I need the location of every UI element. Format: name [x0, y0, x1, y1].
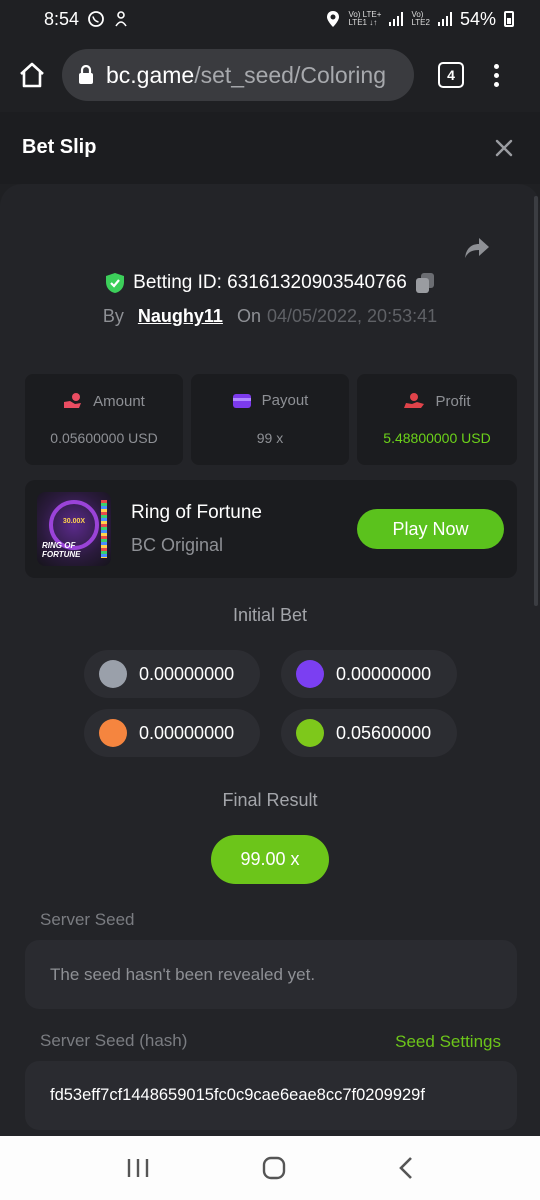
browser-toolbar: bc.game/set_seed/Coloring 4 — [0, 38, 540, 112]
home-icon — [20, 62, 44, 88]
browser-menu-button[interactable] — [494, 63, 499, 87]
signal-icon-2 — [437, 12, 452, 26]
share-icon[interactable] — [464, 236, 490, 260]
thumbnail-multiplier: 30.00X — [62, 518, 86, 525]
bet-chip-orange: 0.00000000 — [84, 709, 260, 757]
url-host: bc.game — [106, 61, 195, 88]
whatsapp-icon — [88, 11, 104, 27]
bet-slip-header: Bet Slip — [0, 112, 540, 184]
stat-payout: Payout 99 x — [191, 374, 349, 465]
status-time: 8:54 — [44, 8, 80, 29]
bet-byline: By Naughy11 On 04/05/2022, 20:53:41 — [0, 306, 540, 327]
page-title: Bet Slip — [22, 136, 97, 158]
betting-id: Betting ID: 63161320903540766 — [133, 272, 407, 293]
game-thumbnail[interactable]: 30.00X RING OF FORTUNE — [37, 492, 111, 566]
on-label: On — [236, 306, 261, 326]
bet-chip-purple: 0.00000000 — [281, 650, 457, 698]
bet-chip-green: 0.05600000 — [281, 709, 457, 757]
betting-id-row: Betting ID: 63161320903540766 — [0, 272, 540, 294]
profit-label: Profit — [435, 392, 471, 410]
back-icon[interactable] — [398, 1156, 414, 1180]
network-indicator-1: Vo) LTE+ LTE1 ↓↑ — [348, 10, 382, 27]
chip-color-dot — [99, 719, 127, 747]
profit-hand-icon — [404, 393, 425, 408]
chip-color-dot — [296, 660, 324, 688]
game-card: 30.00X RING OF FORTUNE Ring of Fortune B… — [25, 480, 517, 578]
chip-value: 0.00000000 — [139, 663, 235, 684]
profit-value: 5.48800000 USD — [383, 430, 491, 446]
server-seed-field[interactable]: The seed hasn't been revealed yet. — [25, 940, 517, 1009]
game-name: Ring of Fortune — [131, 502, 262, 523]
url-path: /set_seed/Coloring — [194, 61, 387, 88]
location-icon — [327, 11, 340, 27]
status-bar: 8:54 Vo) LTE+ LTE1 ↓↑ Vo) LTE2 54% — [0, 0, 540, 38]
chip-value: 0.00000000 — [139, 722, 235, 743]
server-seed-hash-field[interactable]: fd53eff7cf1448659015fc0c9cae6eae8cc7f020… — [25, 1061, 517, 1130]
chip-color-dot — [296, 719, 324, 747]
scrollbar[interactable] — [534, 196, 538, 606]
thumbnail-title: RING OF FORTUNE — [42, 541, 81, 559]
shield-check-icon — [106, 273, 125, 293]
copy-icon[interactable] — [415, 272, 435, 294]
tab-switcher-button[interactable]: 4 — [438, 62, 464, 88]
bet-chip-gray: 0.00000000 — [84, 650, 260, 698]
amount-label: Amount — [93, 392, 145, 410]
chip-value: 0.00000000 — [336, 663, 432, 684]
payout-value: 99 x — [256, 430, 284, 446]
notification-app-icon — [115, 11, 127, 27]
stat-amount: Amount 0.05600000 USD — [25, 374, 183, 465]
play-now-button[interactable]: Play Now — [357, 509, 504, 549]
home-button[interactable] — [14, 57, 50, 93]
battery-percent: 54% — [459, 8, 496, 29]
stat-profit: Profit 5.48800000 USD — [357, 374, 517, 465]
network-indicator-2: Vo) LTE2 — [411, 10, 430, 27]
chip-color-dot — [99, 660, 127, 688]
bet-date: 04/05/2022, 20:53:41 — [266, 306, 438, 326]
lock-icon — [79, 65, 93, 84]
by-label: By — [102, 306, 124, 326]
android-nav-bar — [0, 1136, 540, 1200]
initial-bet-title: Initial Bet — [232, 605, 308, 625]
game-provider: BC Original — [131, 535, 224, 555]
recent-apps-icon[interactable] — [126, 1157, 150, 1179]
signal-icon — [389, 12, 404, 26]
home-nav-icon[interactable] — [262, 1156, 286, 1180]
chip-value: 0.05600000 — [336, 722, 432, 743]
money-hand-icon — [64, 393, 82, 408]
payout-label: Payout — [261, 392, 309, 409]
server-seed-hash-label: Server Seed (hash) — [40, 1031, 188, 1050]
amount-value: 0.05600000 USD — [50, 430, 158, 446]
final-result-title: Final Result — [222, 790, 318, 810]
final-result-badge: 99.00 x — [211, 835, 329, 884]
server-seed-label: Server Seed — [40, 910, 135, 929]
thumbnail-bars — [101, 500, 107, 558]
seed-settings-link[interactable]: Seed Settings — [395, 1032, 501, 1052]
wallet-icon — [232, 393, 251, 408]
address-bar[interactable]: bc.game/set_seed/Coloring — [62, 49, 414, 101]
battery-icon — [504, 11, 514, 27]
close-icon[interactable] — [494, 138, 514, 158]
username-link[interactable]: Naughy11 — [138, 306, 223, 327]
